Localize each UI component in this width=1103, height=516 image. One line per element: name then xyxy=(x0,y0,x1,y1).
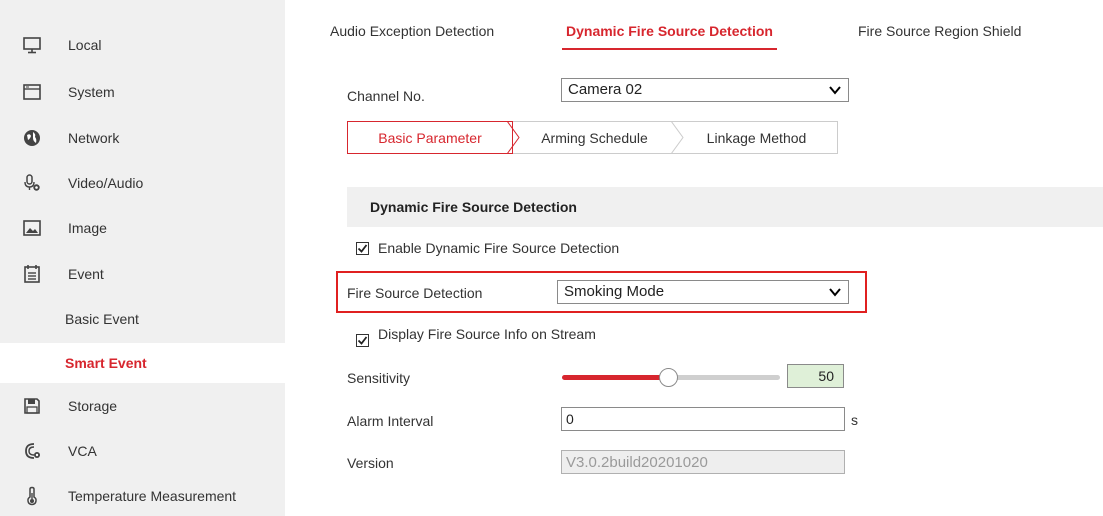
subtab-arming-schedule[interactable]: Arming Schedule xyxy=(513,121,676,154)
channel-select[interactable]: Camera 02 xyxy=(561,78,849,102)
checkmark-icon xyxy=(357,244,368,253)
enable-detection-label: Enable Dynamic Fire Source Detection xyxy=(378,240,620,256)
sidebar-item-smart-event[interactable]: Smart Event xyxy=(0,343,285,383)
channel-label: Channel No. xyxy=(347,88,425,104)
floppy-disk-icon xyxy=(22,396,42,416)
sidebar-item-label: VCA xyxy=(68,443,97,459)
sidebar-item-label: Local xyxy=(68,37,102,53)
sidebar-item-temperature-measurement[interactable]: Temperature Measurement xyxy=(0,476,285,516)
sidebar-item-label: Event xyxy=(68,266,104,282)
sidebar-item-label: Basic Event xyxy=(65,311,139,327)
subtab-basic-parameter[interactable]: Basic Parameter xyxy=(347,121,513,154)
display-info-label: Display Fire Source Info on Stream xyxy=(378,326,596,342)
sidebar-item-label: Storage xyxy=(68,398,118,414)
monitor-icon xyxy=(22,35,42,55)
globe-icon xyxy=(22,128,42,148)
fire-source-detection-select[interactable]: Smoking Mode xyxy=(557,280,849,304)
subtab-separator-icon xyxy=(506,121,520,154)
sidebar-item-label: Network xyxy=(68,130,120,146)
subtab-separator-icon xyxy=(670,121,684,154)
thermometer-icon xyxy=(22,486,42,506)
sidebar-item-label: System xyxy=(68,84,115,100)
calendar-icon xyxy=(22,264,42,284)
sensitivity-label: Sensitivity xyxy=(347,370,411,386)
tab-fire-source-region-shield[interactable]: Fire Source Region Shield xyxy=(858,14,1021,48)
section-header: Dynamic Fire Source Detection xyxy=(347,187,1103,227)
channel-select-value: Camera 02 xyxy=(568,81,643,98)
sidebar-item-event[interactable]: Event xyxy=(0,254,285,294)
display-info-checkbox[interactable] xyxy=(356,334,369,347)
fire-source-detection-value: Smoking Mode xyxy=(564,283,665,300)
sidebar-item-system[interactable]: System xyxy=(0,72,285,112)
alarm-interval-unit: s xyxy=(851,412,858,428)
sidebar-item-label: Video/Audio xyxy=(68,175,144,191)
vca-icon xyxy=(22,441,42,461)
subtab-linkage-method[interactable]: Linkage Method xyxy=(676,121,838,154)
sidebar-item-local[interactable]: Local xyxy=(0,25,285,65)
sidebar-item-vca[interactable]: VCA xyxy=(0,431,285,471)
alarm-interval-label: Alarm Interval xyxy=(347,413,434,429)
fire-source-detection-label: Fire Source Detection xyxy=(347,285,483,301)
sidebar-item-basic-event[interactable]: Basic Event xyxy=(0,299,285,339)
sensitivity-slider-fill xyxy=(562,375,670,380)
sidebar-item-image[interactable]: Image xyxy=(0,208,285,248)
microphone-icon xyxy=(22,173,42,193)
sensitivity-value[interactable]: 50 xyxy=(787,364,844,388)
enable-detection-checkbox[interactable] xyxy=(356,242,369,255)
sidebar-item-label: Smart Event xyxy=(65,355,147,371)
image-icon xyxy=(22,218,42,238)
checkmark-icon xyxy=(357,336,368,345)
tab-dynamic-fire-source-detection[interactable]: Dynamic Fire Source Detection xyxy=(562,14,777,50)
version-field xyxy=(561,450,845,474)
top-tabs: Audio Exception Detection Dynamic Fire S… xyxy=(318,14,1103,50)
section-title: Dynamic Fire Source Detection xyxy=(370,199,577,215)
sidebar-item-network[interactable]: Network xyxy=(0,118,285,158)
chevron-down-icon xyxy=(829,86,841,95)
sidebar-item-video-audio[interactable]: Video/Audio xyxy=(0,163,285,203)
sidebar-item-label: Temperature Measurement xyxy=(68,488,237,504)
sensitivity-slider-handle[interactable] xyxy=(659,368,678,387)
window-icon xyxy=(22,82,42,102)
chevron-down-icon xyxy=(829,288,841,297)
sidebar-item-storage[interactable]: Storage xyxy=(0,386,285,426)
version-label: Version xyxy=(347,455,394,471)
tab-audio-exception-detection[interactable]: Audio Exception Detection xyxy=(330,14,494,48)
alarm-interval-input[interactable] xyxy=(561,407,845,431)
sidebar: Local System Network Video/Audio Image E… xyxy=(0,0,285,516)
sidebar-item-label: Image xyxy=(68,220,107,236)
sensitivity-slider-track[interactable] xyxy=(668,375,780,380)
